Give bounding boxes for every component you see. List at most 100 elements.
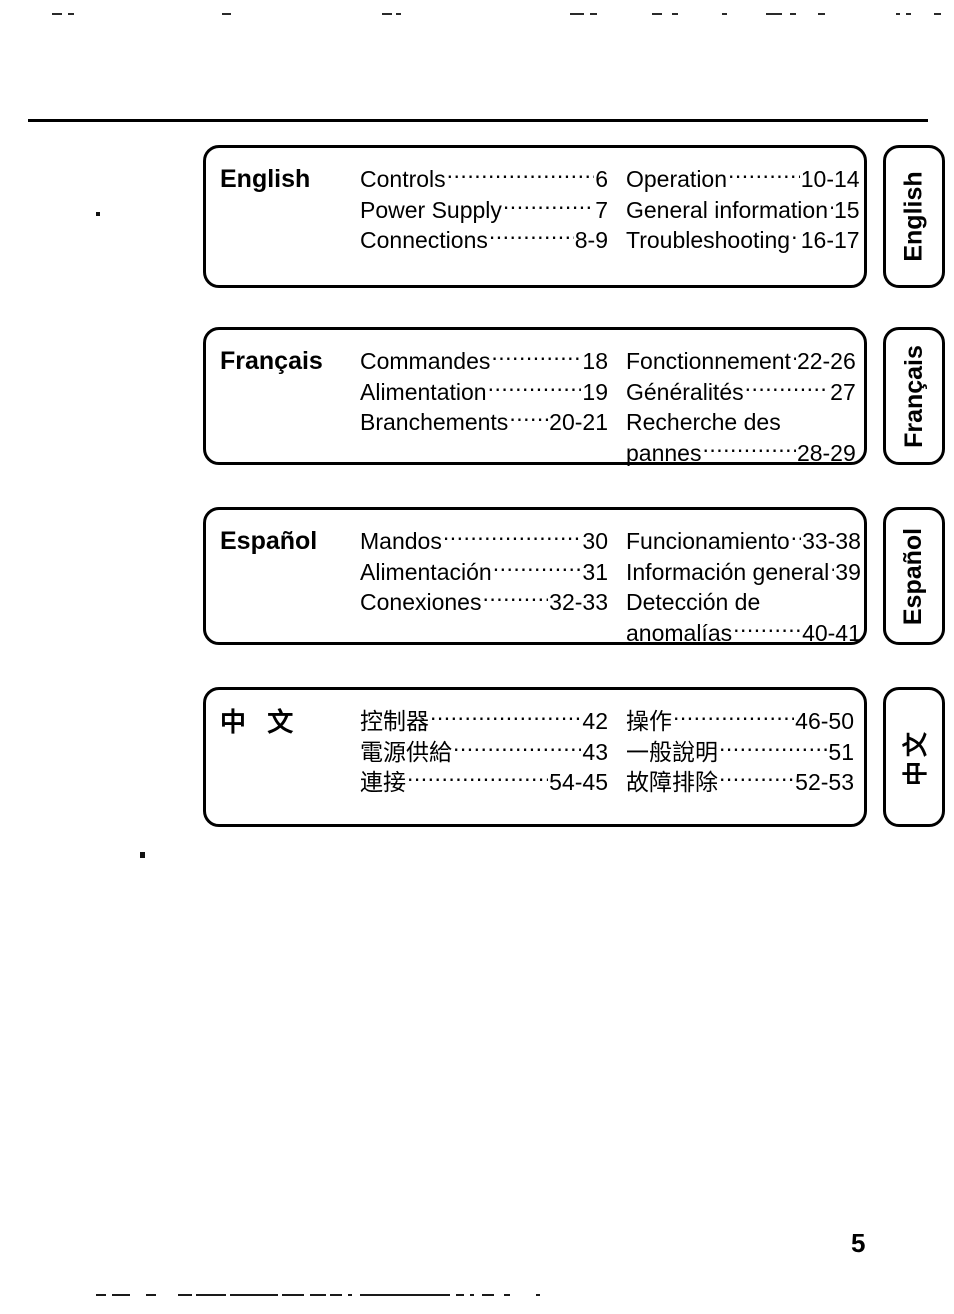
- toc-entry[interactable]: Troubleshooting 16-17: [626, 225, 860, 256]
- toc-entry-pages: 31: [582, 558, 608, 585]
- toc-entry-label: Commandes: [360, 348, 491, 374]
- dot-leader-icon: [503, 195, 594, 218]
- dot-leader-icon: [829, 195, 833, 218]
- toc-entry-label: General information: [626, 196, 828, 223]
- toc-entry-pages: 6: [595, 166, 608, 192]
- side-tab-chinese[interactable]: 中文: [883, 687, 945, 827]
- language-title-espanol: Español: [220, 527, 318, 555]
- toc-entry[interactable]: Power Supply 7: [360, 195, 608, 226]
- toc-entry[interactable]: General information 15: [626, 195, 860, 226]
- toc-entry-pages: 46-50: [795, 708, 854, 734]
- toc-entry-label: Operation: [626, 166, 728, 192]
- toc-entry-pages: 54-45: [549, 769, 608, 796]
- toc-entry[interactable]: Commandes 18: [360, 346, 608, 377]
- dot-leader-icon: [430, 706, 581, 729]
- dot-leader-icon: [719, 737, 827, 760]
- toc-entry-pages: 52-53: [795, 769, 854, 796]
- dot-leader-icon: [443, 526, 582, 549]
- toc-entry[interactable]: 控制器 42: [360, 706, 608, 737]
- toc-entry-pages: 28-29: [796, 439, 856, 466]
- toc-entry-label: Généralités: [626, 378, 744, 405]
- toc-entry-pages: 33-38: [802, 528, 861, 554]
- dot-leader-icon: [791, 225, 800, 248]
- toc-column-left-english: Controls 6 Power Supply 7 Connections 8-…: [360, 164, 608, 256]
- toc-entry-pages: 32-33: [549, 589, 608, 616]
- toc-entry-label: Branchements: [360, 409, 509, 436]
- toc-entry[interactable]: Connections 8-9: [360, 225, 608, 256]
- toc-entry[interactable]: Recherche des: [626, 407, 856, 438]
- dot-leader-icon: [447, 164, 595, 187]
- toc-entry[interactable]: Mandos 30: [360, 526, 608, 557]
- dot-leader-icon: [493, 557, 582, 580]
- toc-entry[interactable]: Funcionamiento 33-38: [626, 526, 861, 557]
- dot-leader-icon: [719, 767, 794, 790]
- toc-entry-label: Información general: [626, 558, 830, 585]
- toc-entry[interactable]: anomalías 40-41: [626, 618, 861, 649]
- scan-artifact-top: [0, 10, 954, 18]
- dot-leader-icon: [453, 737, 581, 760]
- toc-column-left-espanol: Mandos 30 Alimentación 31 Conexiones 32-…: [360, 526, 608, 648]
- toc-entry-pages: 40-41: [802, 619, 861, 646]
- dot-leader-icon: [702, 438, 795, 461]
- toc-entry[interactable]: Información general 39: [626, 557, 861, 588]
- toc-entry[interactable]: 操作 46-50: [626, 706, 854, 737]
- dot-leader-icon: [792, 346, 796, 369]
- toc-entry[interactable]: Controls 6: [360, 164, 608, 195]
- dot-leader-icon: [509, 407, 548, 430]
- toc-entry-label: Detección de: [626, 589, 761, 616]
- dot-leader-icon: [830, 557, 834, 580]
- toc-entry-label: anomalías: [626, 619, 733, 646]
- toc-entry-pages: 10-14: [800, 166, 860, 192]
- toc-entry[interactable]: 故障排除 52-53: [626, 767, 854, 798]
- toc-column-right-english: Operation 10-14 General information 15 T…: [626, 164, 860, 256]
- dot-leader-icon: [745, 377, 830, 400]
- dot-leader-icon: [489, 225, 574, 248]
- toc-entry-label: pannes: [626, 439, 702, 466]
- toc-entry-label: Power Supply: [360, 196, 502, 223]
- toc-entry-pages: 8-9: [574, 227, 608, 254]
- toc-entry-label: Connections: [360, 227, 488, 254]
- toc-box-chinese: 中 文 控制器 42 電源供給 43 連接: [203, 687, 867, 827]
- toc-entry-pages: 15: [834, 196, 860, 223]
- toc-entry-pages: 16-17: [800, 227, 860, 254]
- toc-entry[interactable]: Operation 10-14: [626, 164, 860, 195]
- toc-entry-pages: 20-21: [549, 409, 608, 436]
- toc-entry-pages: 39: [835, 558, 861, 585]
- side-tab-label: 中文: [902, 727, 931, 787]
- toc-entry-pages: 18: [582, 348, 608, 374]
- dot-leader-icon: [791, 526, 801, 549]
- toc-entry[interactable]: Conexiones 32-33: [360, 587, 608, 618]
- toc-entry[interactable]: Alimentation 19: [360, 377, 608, 408]
- toc-entry-label: Mandos: [360, 528, 442, 554]
- toc-entry[interactable]: 一般說明 51: [626, 737, 854, 768]
- toc-column-left-chinese: 控制器 42 電源供給 43 連接 54-45: [360, 706, 608, 798]
- side-tab-english[interactable]: English: [883, 145, 945, 288]
- toc-entry-label: 一般說明: [626, 738, 718, 765]
- toc-entry[interactable]: 連接 54-45: [360, 767, 608, 798]
- toc-entry-pages: 7: [595, 196, 608, 223]
- dot-leader-icon: [482, 587, 548, 610]
- toc-entry[interactable]: Fonctionnement 22-26: [626, 346, 856, 377]
- language-title-english: English: [220, 165, 311, 193]
- toc-entry-label: 連接: [360, 769, 406, 796]
- side-tab-label: Français: [899, 344, 928, 448]
- side-tab-francais[interactable]: Français: [883, 327, 945, 465]
- toc-entry-pages: 30: [582, 528, 608, 554]
- toc-entry[interactable]: Généralités 27: [626, 377, 856, 408]
- toc-entry-label: Alimentación: [360, 558, 492, 585]
- side-tab-espanol[interactable]: Español: [883, 507, 945, 645]
- toc-entry-pages: 27: [830, 378, 856, 405]
- dot-leader-icon: [673, 706, 794, 729]
- toc-entry[interactable]: Branchements 20-21: [360, 407, 608, 438]
- toc-entry[interactable]: Detección de: [626, 587, 861, 618]
- toc-entry[interactable]: pannes 28-29: [626, 438, 856, 469]
- toc-column-right-francais: Fonctionnement 22-26 Généralités 27 Rech…: [626, 346, 856, 468]
- toc-entry-label: 控制器: [360, 708, 429, 734]
- side-tab-label: Español: [899, 527, 928, 625]
- toc-entry[interactable]: 電源供給 43: [360, 737, 608, 768]
- toc-box-francais: Français Commandes 18 Alimentation 19 Br…: [203, 327, 867, 468]
- page-number: 5: [851, 1228, 866, 1258]
- dot-leader-icon: [488, 377, 582, 400]
- toc-entry-label: 故障排除: [626, 769, 718, 796]
- toc-entry[interactable]: Alimentación 31: [360, 557, 608, 588]
